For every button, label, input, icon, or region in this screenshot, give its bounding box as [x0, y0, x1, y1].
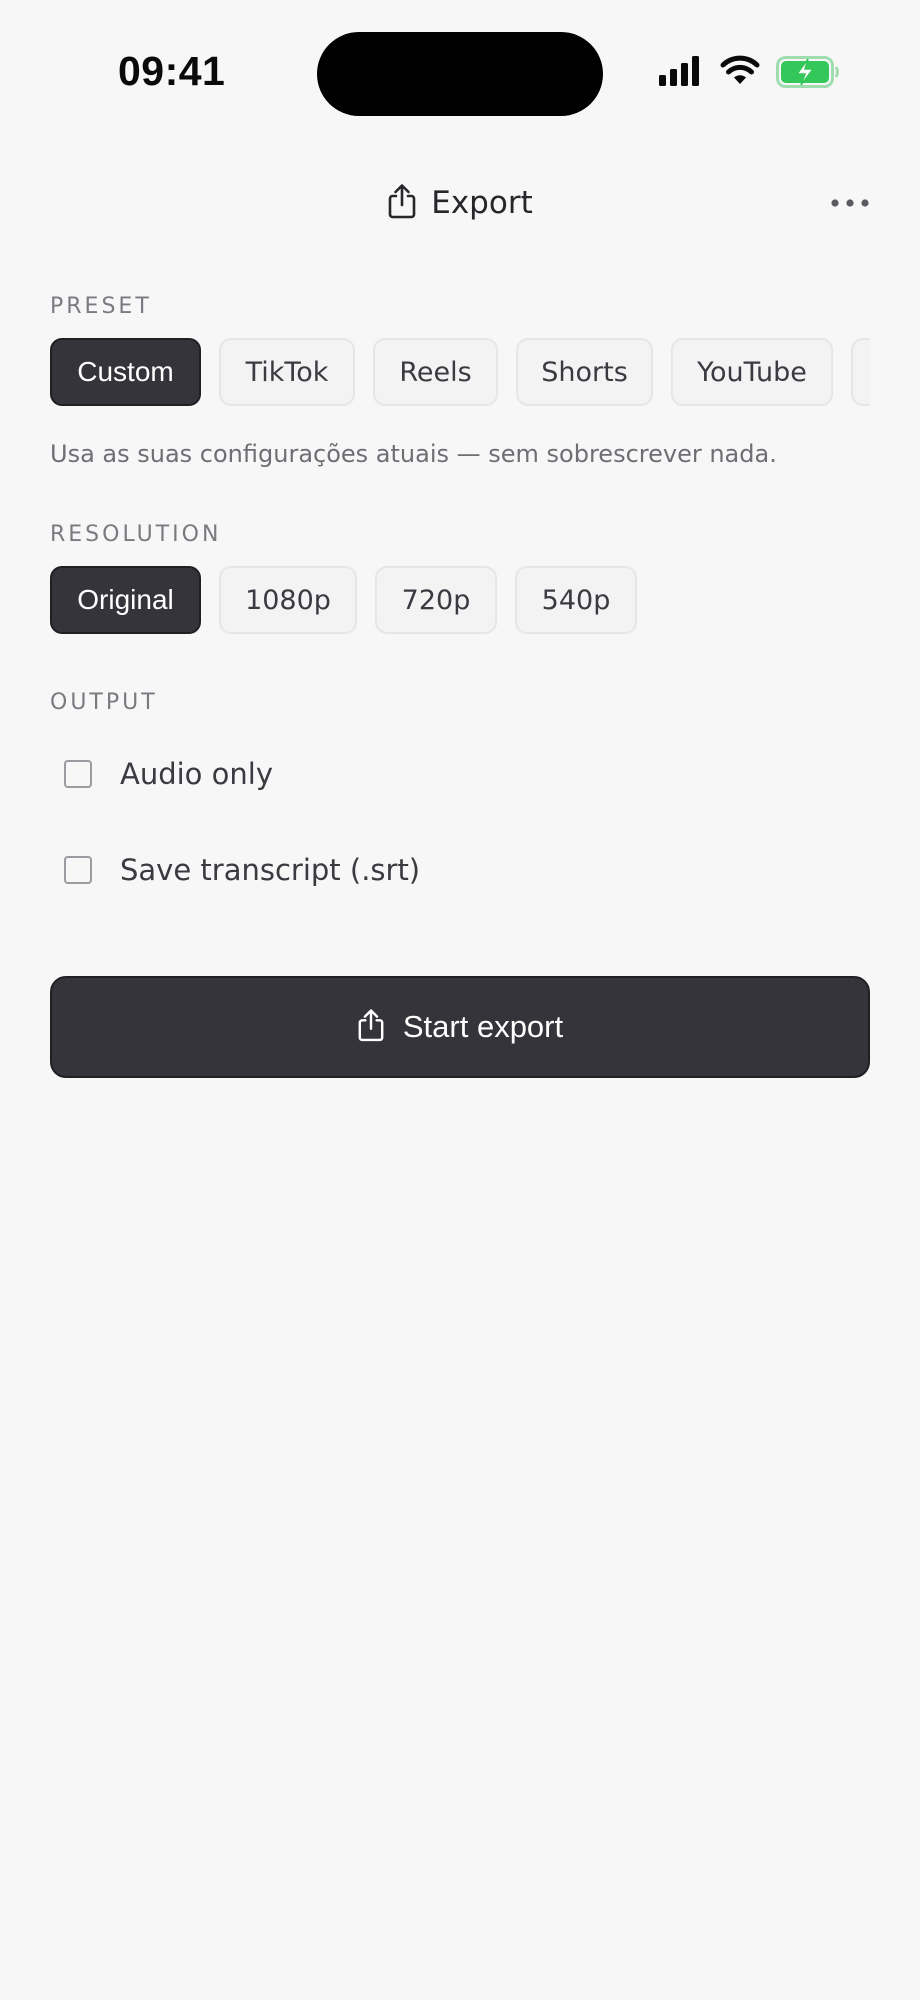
preset-chip-tiktok[interactable]: TikTok — [219, 338, 355, 406]
save-transcript-checkbox[interactable] — [64, 856, 92, 884]
save-transcript-label: Save transcript (.srt) — [120, 853, 421, 887]
resolution-chip-540p[interactable]: 540p — [515, 566, 637, 634]
save-transcript-option[interactable]: Save transcript (.srt) — [64, 848, 420, 892]
resolution-chip-1080p[interactable]: 1080p — [219, 566, 357, 634]
preset-chips: Custom TikTok Reels Shorts YouTube — [50, 338, 870, 406]
audio-only-checkbox[interactable] — [64, 760, 92, 788]
status-icons — [658, 54, 840, 92]
wifi-icon — [720, 54, 760, 90]
preset-chip-youtube[interactable]: YouTube — [671, 338, 833, 406]
more-horizontal-icon — [830, 193, 870, 212]
preset-chip-shorts[interactable]: Shorts — [516, 338, 653, 406]
preset-chip-more[interactable] — [851, 338, 870, 406]
dynamic-island — [317, 32, 603, 116]
audio-only-option[interactable]: Audio only — [64, 752, 273, 796]
battery-charging-icon — [776, 56, 840, 92]
page-title-label: Export — [431, 185, 533, 221]
more-options-button[interactable] — [828, 186, 872, 218]
audio-only-label: Audio only — [120, 757, 273, 791]
resolution-chip-720p[interactable]: 720p — [375, 566, 497, 634]
preset-section-label: PRESET — [50, 294, 152, 319]
resolution-chip-original[interactable]: Original — [50, 566, 201, 634]
signal-icon — [658, 56, 702, 90]
start-export-button[interactable]: Start export — [50, 976, 870, 1078]
preset-chip-custom[interactable]: Custom — [50, 338, 201, 406]
status-time: 09:41 — [118, 48, 226, 94]
preset-hint: Usa as suas configurações atuais — sem s… — [50, 440, 777, 468]
preset-chip-reels[interactable]: Reels — [373, 338, 498, 406]
page-title: Export — [0, 180, 920, 226]
start-export-label: Start export — [402, 1009, 564, 1044]
resolution-section-label: RESOLUTION — [50, 522, 222, 547]
output-section-label: OUTPUT — [50, 690, 158, 715]
share-icon — [387, 183, 417, 223]
resolution-chips: Original 1080p 720p 540p — [50, 566, 870, 634]
share-icon — [357, 1008, 385, 1046]
